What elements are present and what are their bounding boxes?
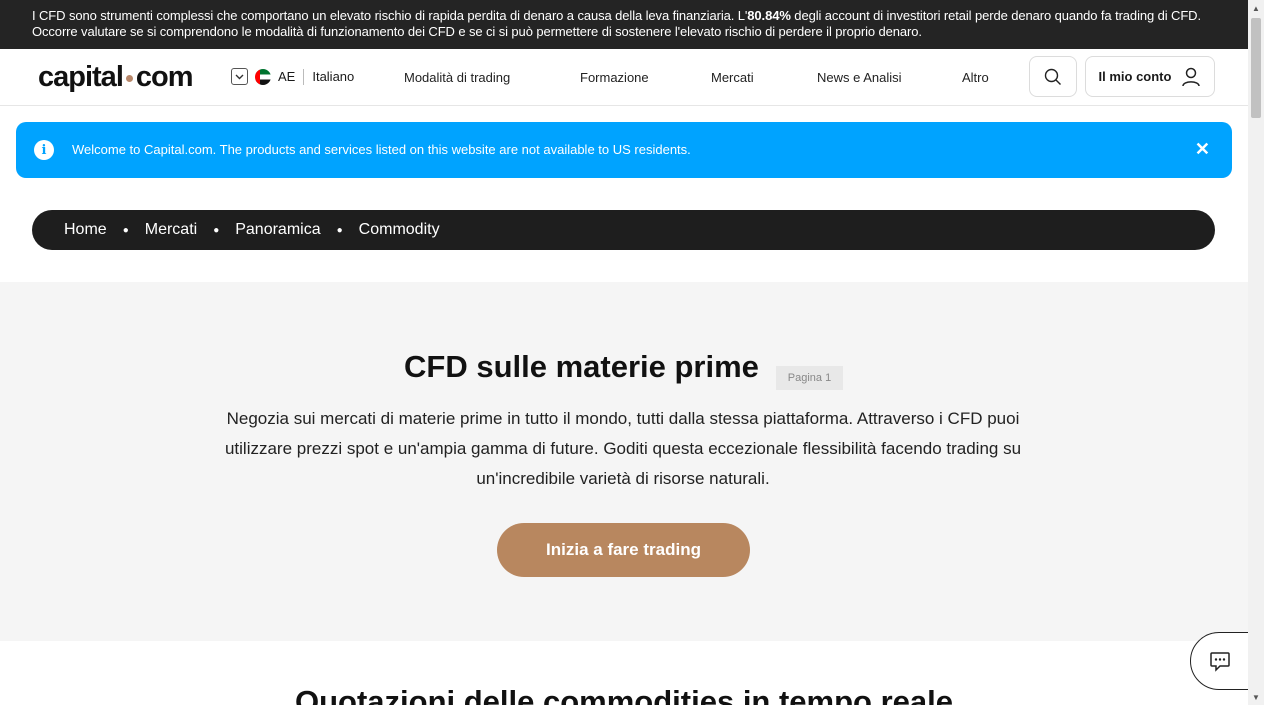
chat-icon bbox=[1210, 652, 1230, 672]
breadcrumb-separator: ● bbox=[213, 224, 220, 236]
page-badge: Pagina 1 bbox=[776, 366, 843, 390]
info-icon: i bbox=[34, 140, 54, 160]
logo-dot bbox=[125, 74, 133, 82]
breadcrumb-overview[interactable]: Panoramica bbox=[235, 221, 320, 239]
language-label[interactable]: Italiano bbox=[312, 69, 354, 84]
logo-text-right: com bbox=[135, 61, 194, 93]
search-icon bbox=[1044, 68, 1061, 85]
risk-warning-percent: 80.84% bbox=[747, 8, 791, 23]
chat-button[interactable] bbox=[1190, 632, 1250, 690]
chevron-down-icon[interactable] bbox=[231, 68, 248, 85]
my-account-label: Il mio conto bbox=[1098, 69, 1172, 84]
breadcrumb-commodity: Commodity bbox=[358, 221, 440, 238]
breadcrumb-separator: ● bbox=[122, 224, 129, 236]
my-account-button[interactable]: Il mio conto bbox=[1085, 56, 1215, 97]
nav-trading-modes[interactable]: Modalità di trading bbox=[404, 70, 510, 85]
nav-news-analysis[interactable]: News e Analisi bbox=[817, 70, 902, 85]
region-code: AE bbox=[278, 69, 296, 84]
breadcrumb-home[interactable]: Home bbox=[64, 221, 107, 239]
uae-flag-icon bbox=[255, 68, 271, 85]
nav-education[interactable]: Formazione bbox=[580, 70, 649, 85]
capital-logo[interactable]: capital com bbox=[38, 61, 194, 94]
nav-more[interactable]: Altro bbox=[962, 70, 989, 85]
region-language-selector[interactable]: AE Italiano bbox=[231, 68, 354, 85]
breadcrumb: Home ● Mercati ● Panoramica ● Commodity bbox=[32, 210, 1215, 250]
section-title-live-quotes: Quotazioni delle commodities in tempo re… bbox=[294, 684, 953, 705]
search-button[interactable] bbox=[1029, 56, 1077, 97]
page-scrollbar[interactable]: ▲ ▼ bbox=[1248, 0, 1264, 705]
logo-text-left: capital bbox=[38, 61, 124, 93]
hero-description: Negozia sui mercati di materie prime in … bbox=[224, 409, 1022, 488]
us-residents-notice: i Welcome to Capital.com. The products a… bbox=[16, 122, 1232, 178]
scrollbar-thumb[interactable] bbox=[1251, 18, 1261, 118]
scroll-up-icon[interactable]: ▲ bbox=[1248, 0, 1264, 16]
user-icon bbox=[1182, 67, 1201, 86]
breadcrumb-markets[interactable]: Mercati bbox=[145, 221, 197, 239]
risk-warning-banner: I CFD sono strumenti complessi che compo… bbox=[0, 0, 1248, 49]
nav-markets[interactable]: Mercati bbox=[711, 70, 754, 85]
risk-warning-text: I CFD sono strumenti complessi che compo… bbox=[32, 8, 748, 23]
divider bbox=[303, 68, 305, 85]
page-title: CFD sulle materie prime bbox=[404, 349, 759, 384]
close-icon[interactable]: ✕ bbox=[1195, 139, 1210, 160]
site-header: capital com AE Italiano Modalità di tradi… bbox=[0, 49, 1248, 106]
hero-section: CFD sulle materie prime Pagina 1 Negozia… bbox=[0, 282, 1248, 641]
start-trading-button[interactable]: Inizia a fare trading bbox=[497, 523, 750, 577]
scroll-down-icon[interactable]: ▼ bbox=[1248, 689, 1264, 705]
breadcrumb-separator: ● bbox=[336, 224, 343, 236]
notice-message: Welcome to Capital.com. The products and… bbox=[72, 142, 691, 157]
